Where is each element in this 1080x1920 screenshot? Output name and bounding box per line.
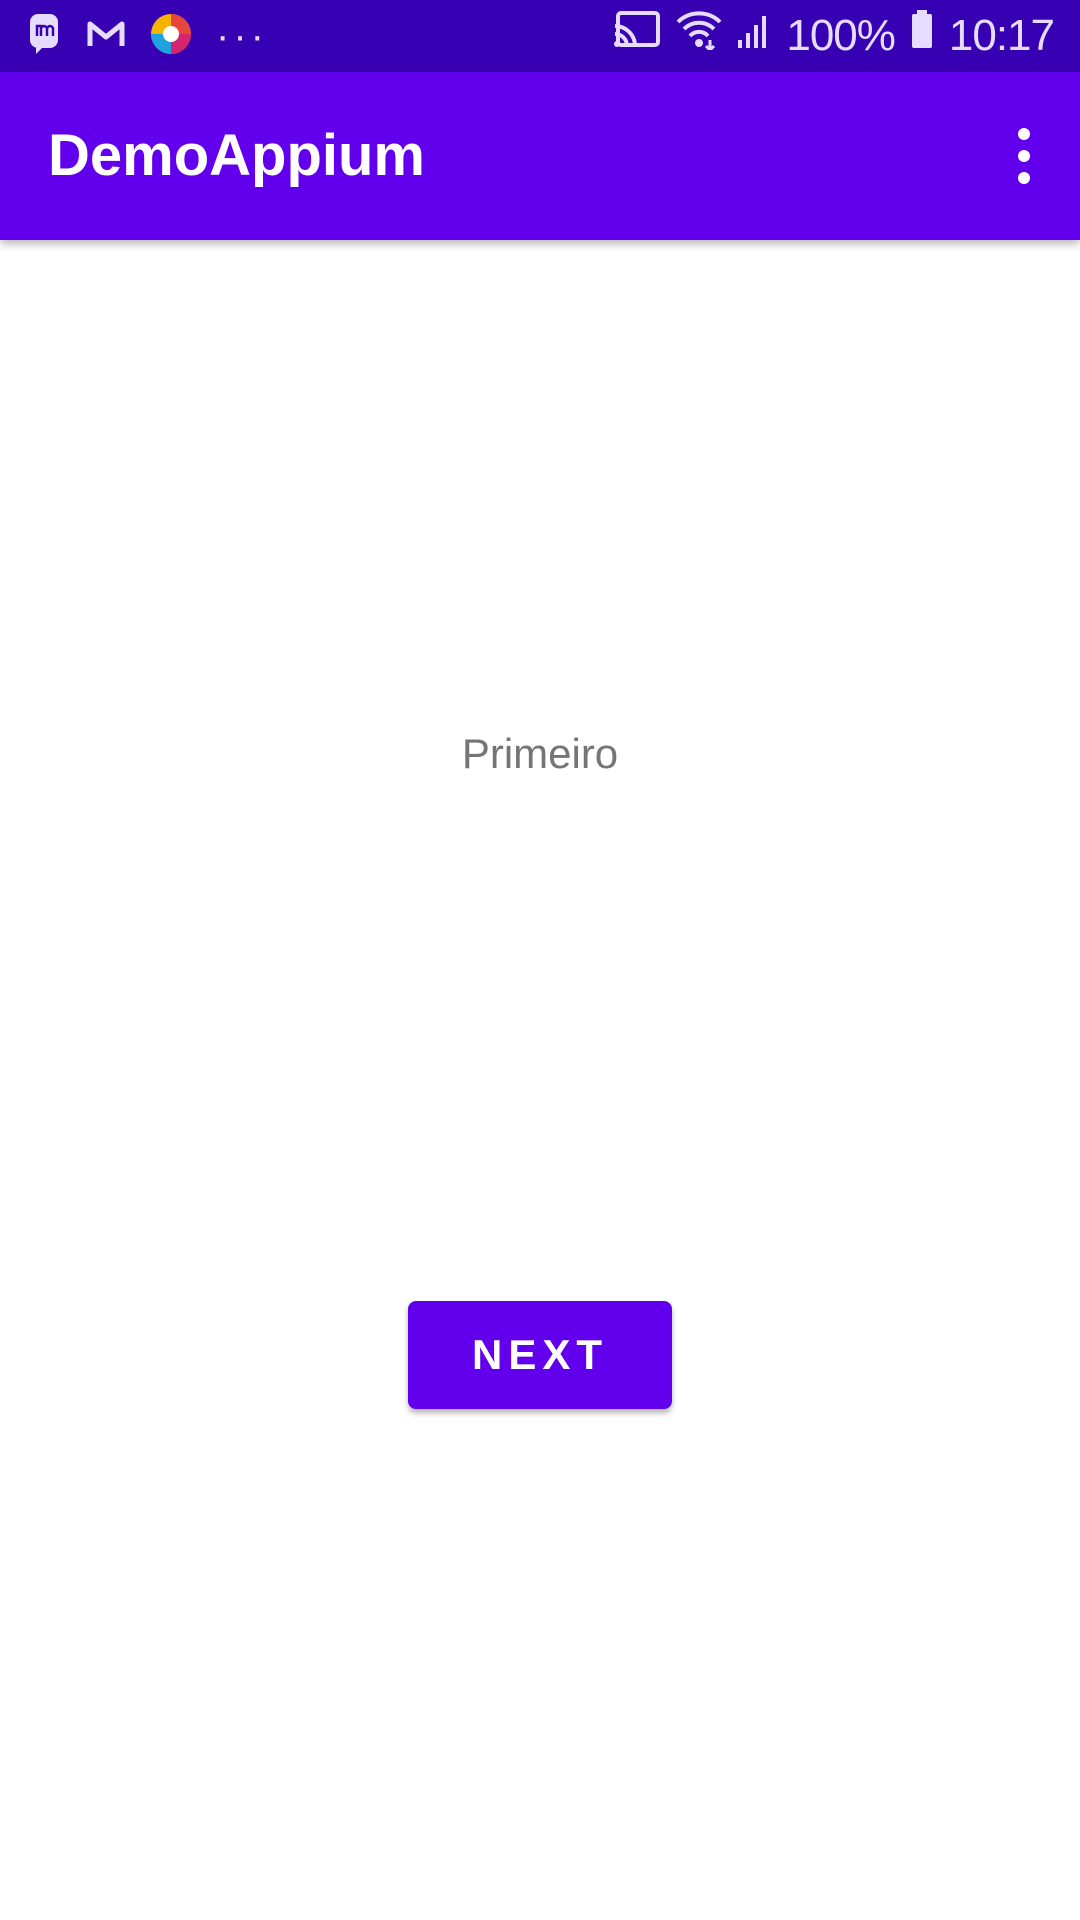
battery-percent: 100% [786,11,896,60]
status-time: 10:17 [948,11,1055,60]
main-content: Primeiro NEXT [0,240,1080,1920]
browser-icon [148,11,194,62]
next-button[interactable]: NEXT [408,1301,672,1409]
system-status: 100% 10:17 [612,8,1055,64]
status-bar: ··· 100% 10:17 [0,0,1080,72]
cast-icon [612,8,662,64]
signal-icon [736,8,772,64]
more-vert-icon[interactable] [992,112,1056,200]
notification-icons: ··· [24,12,268,60]
primeiro-label: Primeiro [461,730,619,777]
battery-icon [909,8,935,64]
more-notifications-icon: ··· [216,13,268,58]
overflow-dot [1018,172,1030,184]
wifi-icon [676,8,722,64]
messenger-icon [24,12,64,61]
gmail-icon [86,12,126,61]
app-title: DemoAppium [48,123,425,188]
overflow-dot [1018,150,1030,162]
app-bar: DemoAppium [0,72,1080,240]
overflow-dot [1018,128,1030,140]
